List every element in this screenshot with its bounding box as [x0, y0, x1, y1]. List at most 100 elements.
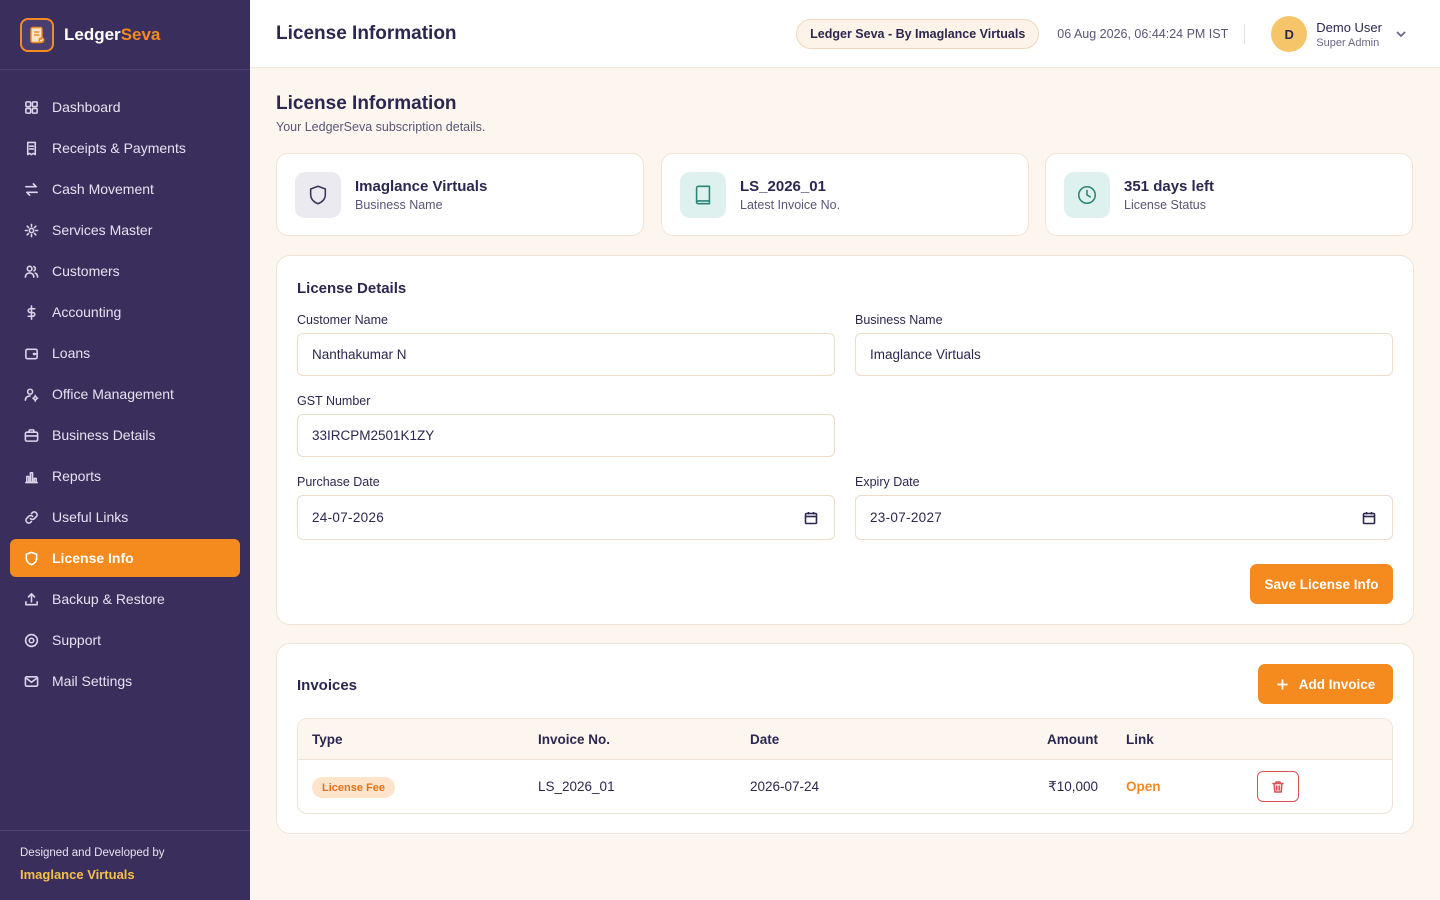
- footer-caption: Designed and Developed by: [20, 847, 165, 859]
- purchase-date-label: Purchase Date: [297, 475, 380, 489]
- open-invoice-link[interactable]: Open: [1126, 779, 1161, 794]
- sidebar-item-label: Business Details: [52, 427, 156, 443]
- add-invoice-label: Add Invoice: [1298, 676, 1376, 692]
- calendar-icon[interactable]: [804, 511, 818, 525]
- header-divider: [1244, 24, 1246, 44]
- upload-icon: [25, 592, 38, 605]
- sidebar-item-label: Dashboard: [52, 99, 121, 115]
- save-license-button[interactable]: Save License Info: [1250, 564, 1393, 604]
- expiry-date-value: 23-07-2027: [870, 510, 943, 525]
- sidebar-item-accounting[interactable]: Accounting: [10, 293, 240, 331]
- sidebar-item-label: Office Management: [52, 386, 174, 402]
- sidebar-item-office-management[interactable]: Office Management: [10, 375, 240, 413]
- stat-icon-bg: [1064, 171, 1110, 218]
- license-details-card: License Details Customer Name Nanthakuma…: [276, 255, 1414, 625]
- user-menu[interactable]: Demo User Super Admin: [1316, 20, 1382, 49]
- stat-value: Imaglance Virtuals: [355, 177, 488, 195]
- invoice-no-cell: LS_2026_01: [538, 779, 615, 794]
- bar-chart-icon: [25, 471, 38, 483]
- book-icon: [695, 185, 711, 204]
- sidebar-nav: Dashboard Receipts & Payments Cash Movem…: [0, 70, 250, 700]
- gst-number-field[interactable]: 33IRCPM2501K1ZY: [297, 414, 835, 457]
- receipt-icon: [26, 141, 37, 155]
- gear-icon: [24, 223, 39, 237]
- grid-icon: [25, 100, 38, 114]
- delete-invoice-button[interactable]: [1257, 771, 1299, 802]
- sidebar-item-business-details[interactable]: Business Details: [10, 416, 240, 454]
- sidebar-item-label: Loans: [52, 345, 91, 361]
- purchase-date-value: 24-07-2026: [312, 510, 385, 525]
- brand-name: LedgerSeva: [64, 24, 161, 44]
- swap-icon: [25, 182, 38, 196]
- stat-card-business-name: Imaglance Virtuals Business Name: [276, 153, 644, 236]
- sidebar-item-services-master[interactable]: Services Master: [10, 211, 240, 249]
- sidebar-item-label: Accounting: [52, 304, 122, 320]
- sidebar-item-reports[interactable]: Reports: [10, 457, 240, 495]
- column-header-amount: Amount: [1047, 732, 1098, 747]
- sidebar-footer: Designed and Developed by Imaglance Virt…: [0, 830, 250, 900]
- sidebar-item-support[interactable]: Support: [10, 621, 240, 659]
- add-invoice-button[interactable]: Add Invoice: [1258, 664, 1393, 704]
- stat-icon-bg: [295, 171, 341, 218]
- calendar-icon[interactable]: [1362, 511, 1376, 525]
- user-name: Demo User: [1316, 19, 1382, 35]
- chevron-down-icon[interactable]: [1394, 27, 1408, 41]
- avatar[interactable]: D: [1271, 16, 1308, 52]
- page-subtitle: Your LedgerSeva subscription details.: [276, 120, 486, 134]
- table-header: Type Invoice No. Date Amount Link: [298, 719, 1392, 760]
- user-role: Super Admin: [1316, 36, 1380, 49]
- stat-label: License Status: [1124, 197, 1206, 212]
- sidebar-item-useful-links[interactable]: Useful Links: [10, 498, 240, 536]
- trash-icon: [1272, 780, 1284, 793]
- sidebar-item-receipts-payments[interactable]: Receipts & Payments: [10, 129, 240, 167]
- sidebar-item-label: Receipts & Payments: [52, 140, 186, 156]
- amount-cell: ₹10,000: [1048, 779, 1098, 794]
- sidebar-item-dashboard[interactable]: Dashboard: [10, 88, 240, 126]
- column-header-invoice-no: Invoice No.: [538, 732, 611, 747]
- sidebar-item-label: Customers: [52, 263, 120, 279]
- column-header-date: Date: [750, 732, 780, 747]
- sidebar-item-loans[interactable]: Loans: [10, 334, 240, 372]
- purchase-date-field[interactable]: 24-07-2026: [297, 495, 835, 540]
- table-row: License Fee LS_2026_01 2026-07-24 ₹10,00…: [298, 760, 1392, 813]
- support-icon: [24, 633, 39, 647]
- briefcase-icon: [24, 428, 39, 442]
- header-title: License Information: [276, 22, 457, 44]
- stat-label: Business Name: [355, 197, 443, 212]
- expiry-date-label: Expiry Date: [855, 475, 920, 489]
- business-name-label: Business Name: [855, 313, 943, 327]
- header-right: Ledger Seva - By Imaglance Virtuals 06 A…: [796, 0, 1408, 68]
- ledger-logo-icon: [20, 17, 54, 52]
- user-cog-icon: [24, 387, 39, 402]
- customer-name-label: Customer Name: [297, 313, 388, 327]
- sidebar-item-license-info[interactable]: License Info: [10, 539, 240, 577]
- date-cell: 2026-07-24: [750, 779, 820, 794]
- sidebar-item-label: Cash Movement: [52, 181, 154, 197]
- invoices-card: Invoices Add Invoice Type Invoice No. Da…: [276, 643, 1414, 834]
- sidebar-item-label: Useful Links: [52, 509, 129, 525]
- mail-icon: [24, 675, 39, 687]
- brand[interactable]: LedgerSeva: [0, 0, 250, 70]
- sidebar-item-label: Services Master: [52, 222, 153, 238]
- sidebar-item-label: Support: [52, 632, 102, 648]
- sidebar: LedgerSeva Dashboard Receipts & Payments…: [0, 0, 250, 900]
- sidebar-item-backup-restore[interactable]: Backup & Restore: [10, 580, 240, 618]
- stat-label: Latest Invoice No.: [740, 197, 841, 212]
- sidebar-item-customers[interactable]: Customers: [10, 252, 240, 290]
- column-header-link: Link: [1126, 732, 1154, 747]
- plus-icon: [1277, 678, 1288, 690]
- stat-value: LS_2026_01: [740, 177, 826, 195]
- column-header-type: Type: [312, 732, 343, 747]
- invoices-title: Invoices: [297, 677, 358, 694]
- invoices-table: Type Invoice No. Date Amount Link Licens…: [297, 718, 1393, 814]
- sidebar-item-cash-movement[interactable]: Cash Movement: [10, 170, 240, 208]
- type-badge: License Fee: [312, 777, 395, 798]
- sidebar-item-label: Reports: [52, 468, 102, 484]
- current-datetime: 06 Aug 2026, 06:44:24 PM IST: [1057, 27, 1229, 41]
- expiry-date-field[interactable]: 23-07-2027: [855, 495, 1393, 540]
- customer-name-field[interactable]: Nanthakumar N: [297, 333, 835, 376]
- sidebar-item-label: Backup & Restore: [52, 591, 165, 607]
- stat-icon-bg: [680, 171, 726, 218]
- sidebar-item-mail-settings[interactable]: Mail Settings: [10, 662, 240, 700]
- business-name-field[interactable]: Imaglance Virtuals: [855, 333, 1393, 376]
